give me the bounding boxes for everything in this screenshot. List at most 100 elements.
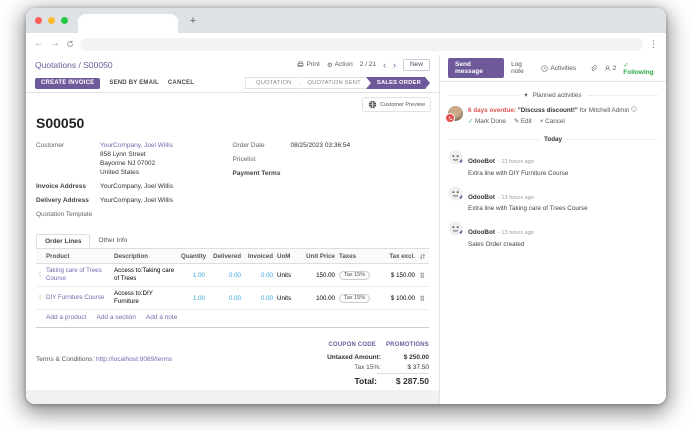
delete-row-icon[interactable] bbox=[417, 295, 429, 302]
log-note-button[interactable]: Log note bbox=[511, 61, 534, 75]
header-uom[interactable]: UoM bbox=[275, 253, 299, 260]
add-section-link[interactable]: Add a section bbox=[96, 314, 135, 321]
tax-badge[interactable]: Tax 15% bbox=[339, 294, 370, 303]
action-button[interactable]: ⚙ Action bbox=[327, 61, 353, 69]
invoice-address-value[interactable]: YourCompany, Joel Willis bbox=[100, 182, 173, 191]
send-message-button[interactable]: Send message bbox=[448, 58, 504, 78]
browser-menu-icon[interactable]: ⋮ bbox=[649, 39, 658, 50]
customer-address-line: United States bbox=[100, 168, 173, 177]
tax-badge[interactable]: Tax 15% bbox=[339, 271, 370, 280]
breadcrumb[interactable]: Quotations / S00050 bbox=[35, 60, 113, 70]
total-label: Total: bbox=[354, 376, 377, 386]
uom-cell[interactable]: Units bbox=[275, 295, 299, 302]
customer-preview-button[interactable]: Customer Preview bbox=[362, 97, 431, 112]
tab-order-lines[interactable]: Order Lines bbox=[36, 234, 90, 248]
activity-assignee: for Mitchell Admin bbox=[580, 107, 630, 114]
followers-button[interactable]: 2 bbox=[604, 65, 616, 72]
invoiced-cell[interactable]: 0.00 bbox=[243, 272, 275, 279]
header-unit-price[interactable]: Unit Price bbox=[299, 253, 337, 260]
header-invoiced[interactable]: Invoiced bbox=[243, 253, 275, 260]
header-quantity[interactable]: Quantity bbox=[179, 253, 207, 260]
forward-icon[interactable]: → bbox=[50, 39, 60, 49]
status-quotation-sent[interactable]: QUOTATION SENT bbox=[296, 77, 369, 89]
unit-price-cell[interactable]: 150.00 bbox=[299, 272, 337, 279]
order-date-value[interactable]: 08/25/2023 03:36:54 bbox=[291, 141, 351, 150]
close-window-icon[interactable] bbox=[35, 17, 42, 24]
invoiced-cell[interactable]: 0.00 bbox=[243, 295, 275, 302]
coupon-code-button[interactable]: COUPON CODE bbox=[328, 342, 376, 348]
odoobot-avatar bbox=[448, 186, 463, 201]
back-icon[interactable]: ← bbox=[34, 39, 44, 49]
delivered-cell[interactable]: 0.00 bbox=[207, 295, 243, 302]
print-button[interactable]: Print bbox=[297, 61, 319, 68]
unit-price-cell[interactable]: 100.00 bbox=[299, 295, 337, 302]
add-note-link[interactable]: Add a note bbox=[146, 314, 177, 321]
browser-tab[interactable] bbox=[78, 14, 178, 33]
optional-columns-icon[interactable] bbox=[417, 253, 429, 260]
add-product-link[interactable]: Add a product bbox=[46, 314, 86, 321]
following-button[interactable]: ✓ Following bbox=[623, 61, 658, 76]
today-divider: Today bbox=[448, 136, 658, 143]
pager-next-icon[interactable]: › bbox=[393, 60, 396, 70]
payment-terms-label: Payment Terms bbox=[233, 169, 291, 178]
product-link[interactable]: DIY Furniture Course bbox=[46, 294, 104, 301]
promotions-button[interactable]: PROMOTIONS bbox=[386, 342, 429, 348]
total-value: $ 287.50 bbox=[377, 373, 429, 386]
edit-activity-button[interactable]: ✎ Edit bbox=[514, 117, 532, 126]
customer-link[interactable]: YourCompany, Joel Willis bbox=[100, 142, 173, 149]
header-taxes[interactable]: Taxes bbox=[337, 253, 373, 260]
pager-previous-icon[interactable]: ‹ bbox=[383, 60, 386, 70]
globe-icon bbox=[368, 100, 377, 109]
maximize-window-icon[interactable] bbox=[61, 17, 68, 24]
delete-row-icon[interactable] bbox=[417, 272, 429, 279]
cancel-activity-button[interactable]: × Cancel bbox=[540, 117, 565, 126]
new-tab-icon[interactable]: + bbox=[186, 14, 200, 28]
notebook-tabs: Order Lines Other Info bbox=[36, 234, 429, 248]
drag-handle-icon[interactable]: ⣿ bbox=[36, 295, 44, 301]
totals-block: COUPON CODE PROMOTIONS Untaxed Amount: $… bbox=[297, 342, 429, 390]
odoobot-avatar bbox=[448, 221, 463, 236]
clock-icon bbox=[541, 65, 548, 72]
message-time: - 13 hours ago bbox=[498, 195, 534, 201]
quantity-cell[interactable]: 1.00 bbox=[179, 295, 207, 302]
new-button[interactable]: New bbox=[403, 59, 430, 71]
description-cell[interactable]: Access to:DIY Furniture bbox=[112, 290, 179, 306]
address-bar[interactable] bbox=[80, 38, 643, 51]
browser-toolbar: ← → ⋮ bbox=[26, 33, 666, 55]
attachment-icon[interactable] bbox=[590, 65, 597, 72]
message-author[interactable]: OdooBot bbox=[468, 194, 495, 201]
minimize-window-icon[interactable] bbox=[48, 17, 55, 24]
activity-summary: "Discuss discount!" bbox=[518, 107, 578, 114]
header-tax-excl[interactable]: Tax excl. bbox=[373, 253, 417, 260]
description-cell[interactable]: Access to:Taking care of Trees bbox=[112, 267, 179, 283]
message-author[interactable]: OdooBot bbox=[468, 229, 495, 236]
header-description[interactable]: Description bbox=[112, 253, 179, 260]
create-invoice-button[interactable]: CREATE INVOICE bbox=[35, 78, 100, 89]
status-quotation[interactable]: QUOTATION bbox=[245, 77, 300, 89]
uom-cell[interactable]: Units bbox=[275, 272, 299, 279]
delivery-address-value[interactable]: YourCompany, Joel Willis bbox=[100, 196, 173, 205]
activities-button[interactable]: Activities bbox=[541, 65, 576, 72]
header-delivered[interactable]: Delivered bbox=[207, 253, 243, 260]
tab-other-info[interactable]: Other Info bbox=[90, 234, 135, 248]
table-footer-links: Add a product Add a section Add a note bbox=[36, 310, 429, 328]
sheet-background bbox=[26, 390, 439, 404]
terms-link[interactable]: http://localhost:8069/terms bbox=[96, 356, 172, 363]
pricelist-label: Pricelist bbox=[233, 155, 291, 164]
reload-icon[interactable] bbox=[66, 40, 74, 48]
header-product[interactable]: Product bbox=[44, 253, 112, 260]
status-bar: QUOTATION QUOTATION SENT SALES ORDER bbox=[245, 77, 430, 89]
planned-activities-header[interactable]: ▾ Planned activities bbox=[448, 92, 658, 99]
cancel-button[interactable]: CANCEL bbox=[168, 80, 194, 86]
delivered-cell[interactable]: 0.00 bbox=[207, 272, 243, 279]
caret-down-icon: ▾ bbox=[524, 92, 527, 99]
mark-done-button[interactable]: ✓ Mark Done bbox=[468, 117, 506, 126]
info-icon[interactable] bbox=[631, 106, 637, 112]
send-by-email-button[interactable]: SEND BY EMAIL bbox=[109, 80, 159, 86]
status-sales-order[interactable]: SALES ORDER bbox=[366, 77, 430, 89]
drag-handle-icon[interactable]: ⣿ bbox=[36, 272, 44, 278]
message-author[interactable]: OdooBot bbox=[468, 158, 495, 165]
subtotal-cell: $ 150.00 bbox=[373, 272, 417, 279]
product-link[interactable]: Taking care of Trees Course bbox=[46, 267, 102, 282]
quantity-cell[interactable]: 1.00 bbox=[179, 272, 207, 279]
